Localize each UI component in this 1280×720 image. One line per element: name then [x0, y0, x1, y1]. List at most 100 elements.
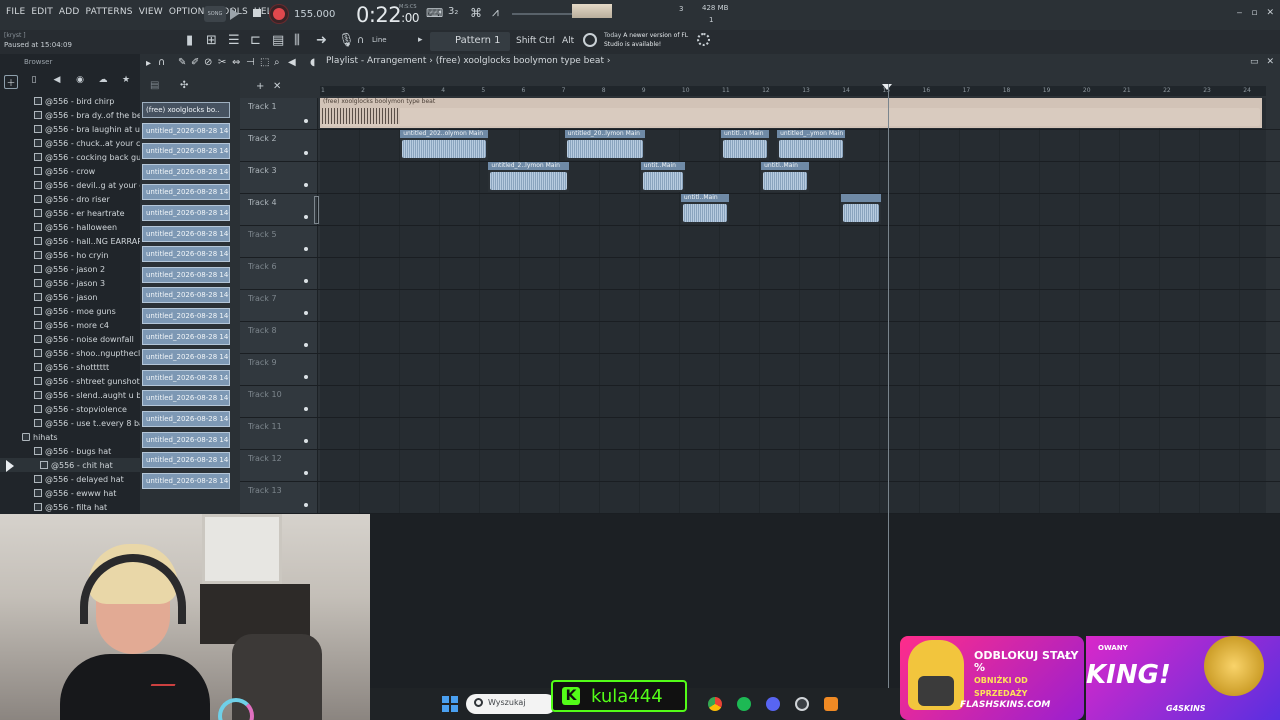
- track-mute-led[interactable]: [304, 151, 308, 155]
- browser-file[interactable]: @556 - jason 2: [0, 262, 140, 276]
- track-mute-led[interactable]: [304, 183, 308, 187]
- track-mute-led[interactable]: [304, 471, 308, 475]
- browser-file[interactable]: @556 - bra laughin at u: [0, 122, 140, 136]
- browser-file[interactable]: @556 - use t..every 8 bars: [0, 416, 140, 430]
- audio-clip[interactable]: untitl..Main: [761, 162, 810, 192]
- browser-back-icon[interactable]: ◀: [50, 75, 64, 89]
- paint-tool-icon[interactable]: ✐: [191, 57, 199, 68]
- browser-file[interactable]: @556 - jason: [0, 290, 140, 304]
- magnet-icon[interactable]: ∩: [357, 35, 364, 46]
- track-lane[interactable]: [320, 226, 1266, 257]
- arrangement-name[interactable]: (free) xoolglocks boolymon type beat: [436, 56, 604, 66]
- browser-file[interactable]: @556 - shotttttt: [0, 360, 140, 374]
- track-lane[interactable]: [320, 354, 1266, 385]
- browser-file[interactable]: @556 - shtreet gunshot: [0, 374, 140, 388]
- browser-all-icon[interactable]: ＋: [4, 75, 18, 89]
- track-lane[interactable]: untitl..Main: [320, 194, 1266, 225]
- track-mute-led[interactable]: [304, 215, 308, 219]
- metronome-icon[interactable]: ⩘: [492, 5, 499, 20]
- track-mute-led[interactable]: [304, 247, 308, 251]
- menu-file[interactable]: FILE: [6, 7, 25, 17]
- playlist-menu-arrow-icon[interactable]: ▸: [146, 58, 151, 69]
- countdown-icon[interactable]: 3₂: [448, 6, 458, 17]
- picker-clip[interactable]: untitled_2026-08-28 14-: [142, 143, 230, 160]
- shift-key[interactable]: Shift: [516, 36, 536, 46]
- track-header[interactable]: Track 4: [240, 194, 318, 225]
- delete-tool-icon[interactable]: ⊘: [204, 57, 212, 68]
- track-lane[interactable]: [320, 322, 1266, 353]
- picker-clip[interactable]: untitled_2026-08-28 14-: [142, 431, 230, 448]
- browser-file[interactable]: @556 - bra dy..of the beat: [0, 108, 140, 122]
- picker-clip[interactable]: untitled_2026-08-28 14-: [142, 122, 230, 139]
- track-mute-led[interactable]: [304, 375, 308, 379]
- browser-file[interactable]: @556 - shoo..nguptheclub: [0, 346, 140, 360]
- track-header[interactable]: Track 6: [240, 258, 318, 289]
- browser-file[interactable]: @556 - ewww hat: [0, 486, 140, 500]
- audio-clip[interactable]: untitled_202..olymon Main: [400, 130, 489, 160]
- playlist-restore-icon[interactable]: ▭: [1250, 57, 1259, 67]
- browser-file[interactable]: @556 - hall..NG EARRAPE): [0, 234, 140, 248]
- track-header[interactable]: Track 13: [240, 482, 318, 513]
- track-header[interactable]: Track 2: [240, 130, 318, 161]
- slip-tool-icon[interactable]: ⇔: [232, 57, 240, 68]
- play-button[interactable]: [230, 8, 239, 20]
- stop-button[interactable]: [253, 9, 261, 17]
- track-lane[interactable]: [320, 418, 1266, 449]
- track-lane[interactable]: [320, 290, 1266, 321]
- track-header[interactable]: Track 8: [240, 322, 318, 353]
- track-header[interactable]: Track 5: [240, 226, 318, 257]
- news-icon[interactable]: [583, 33, 597, 47]
- record-button[interactable]: [270, 5, 288, 23]
- picker-clip[interactable]: untitled_2026-08-28 14-: [142, 205, 230, 221]
- chrome-icon[interactable]: [708, 697, 722, 711]
- picker-clip[interactable]: untitled_2026-08-28 14-: [142, 287, 230, 304]
- news-message[interactable]: Today A newer version of FL Studio is av…: [604, 31, 700, 49]
- playlist-speaker-icon[interactable]: ◖: [310, 57, 315, 68]
- picker-move-icon[interactable]: ✣: [180, 80, 188, 91]
- picker-clip[interactable]: untitled_2026-08-28 14-: [142, 411, 230, 427]
- browser-file[interactable]: @556 - filta hat: [0, 500, 140, 514]
- fl-studio-icon[interactable]: [824, 697, 838, 711]
- tempo-display[interactable]: 155.000: [294, 9, 335, 20]
- track-lane[interactable]: [320, 386, 1266, 417]
- picker-clip[interactable]: untitled_2026-08-28 14-: [142, 390, 230, 407]
- picker-clip[interactable]: untitled_2026-08-28 14-: [142, 266, 230, 283]
- browser-file[interactable]: @556 - devil..g at your cut: [0, 178, 140, 192]
- browser-file[interactable]: @556 - chuck..at your cut: [0, 136, 140, 150]
- track-scrollbar[interactable]: [314, 196, 319, 224]
- browser-toggle-icon[interactable]: ⊞: [206, 33, 217, 48]
- picker-clip[interactable]: (free) xoolglocks bo..: [142, 102, 230, 118]
- channel-rack-icon[interactable]: ☰: [228, 33, 240, 48]
- menu-edit[interactable]: EDIT: [31, 7, 53, 17]
- minimize-icon[interactable]: ‒: [1237, 8, 1243, 18]
- picker-clip[interactable]: untitled_2026-08-28 14-: [142, 308, 230, 324]
- slice-tool-icon[interactable]: ⊣: [246, 57, 255, 68]
- menu-patterns[interactable]: PATTERNS: [86, 7, 133, 17]
- audio-clip[interactable]: (free) xoolglocks boolymon type beat: [320, 98, 1263, 128]
- ctrl-key[interactable]: Ctrl: [539, 36, 555, 46]
- track-lane[interactable]: untitled_2..lymon Main untit..Main untitl.…: [320, 162, 1266, 193]
- maximize-icon[interactable]: ▫: [1251, 8, 1257, 18]
- browser-file[interactable]: @556 - cocking back gun: [0, 150, 140, 164]
- track-mute-led[interactable]: [304, 503, 308, 507]
- track-header[interactable]: Track 1: [240, 98, 318, 129]
- playlist-icon[interactable]: ▤: [272, 33, 284, 48]
- track-lane[interactable]: (free) xoolglocks boolymon type beat: [320, 98, 1266, 129]
- timeline-ruler[interactable]: 1 2 3 4 5 6 7 8 9 10 11 12 13 14 15 16 17 18 19 20 21 22 23 24: [320, 86, 1266, 96]
- picker-clip[interactable]: untitled_2026-08-28 14-: [142, 349, 230, 366]
- wait-input-icon[interactable]: ⌘: [470, 6, 482, 20]
- track-header[interactable]: Track 9: [240, 354, 318, 385]
- track-header[interactable]: Track 11: [240, 418, 318, 449]
- browser-file[interactable]: @556 - chit hat: [0, 458, 140, 472]
- browser-folder[interactable]: hihats: [0, 430, 140, 444]
- browser-file[interactable]: @556 - bird chirp: [0, 94, 140, 108]
- brush-icon[interactable]: ▮: [186, 33, 193, 48]
- browser-file[interactable]: @556 - jason 3: [0, 276, 140, 290]
- browser-file[interactable]: @556 - delayed hat: [0, 472, 140, 486]
- menu-view[interactable]: VIEW: [139, 7, 163, 17]
- picker-list-icon[interactable]: ▤: [150, 80, 159, 91]
- track-mute-led[interactable]: [304, 119, 308, 123]
- browser-file[interactable]: @556 - er heartrate: [0, 206, 140, 220]
- track-header[interactable]: Track 12: [240, 450, 318, 481]
- picker-clip[interactable]: untitled_2026-08-28 14-: [142, 472, 230, 489]
